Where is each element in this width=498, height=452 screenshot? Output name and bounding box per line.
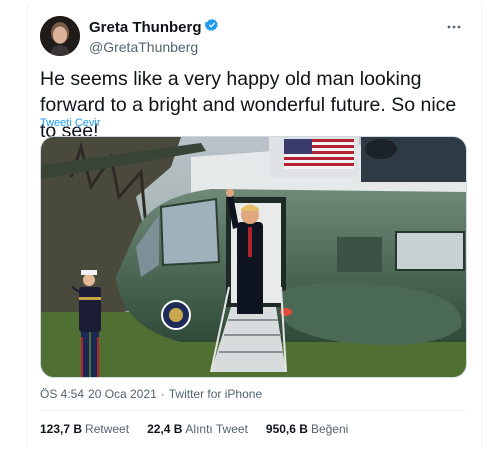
stat-number: 950,6 B: [265, 422, 308, 436]
tweet-photo[interactable]: [40, 136, 467, 378]
author-display-name[interactable]: Greta Thunberg: [89, 19, 202, 37]
helicopter-photo: [41, 137, 466, 377]
stat-label: Retweet: [85, 422, 130, 436]
translate-tweet-link[interactable]: Tweeti Çevir: [40, 117, 101, 129]
tweet-text: He seems like a very happy old man looki…: [40, 68, 457, 142]
like-count[interactable]: 950,6 B Beğeni: [266, 422, 348, 436]
stat-label: Alıntı Tweet: [185, 422, 248, 436]
tweet-stats: 123,7 B Retweet 22,4 B Alıntı Tweet 950,…: [40, 422, 348, 436]
tweet-source[interactable]: Twitter for iPhone: [169, 387, 262, 401]
tweet-header: Greta Thunberg @GretaThunberg: [40, 16, 469, 60]
tweet-card: Greta Thunberg @GretaThunberg He seems l…: [27, 4, 482, 448]
stat-number: 22,4 B: [147, 422, 183, 436]
meta-separator: ·: [160, 387, 165, 401]
author-handle[interactable]: @GretaThunberg: [89, 37, 219, 57]
more-options-icon[interactable]: [445, 20, 463, 34]
avatar[interactable]: [40, 16, 80, 56]
tweet-date[interactable]: 20 Oca 2021: [88, 387, 157, 401]
tweet-meta: ÖS 4:54 20 Oca 2021 · Twitter for iPhone: [40, 387, 262, 401]
author-info: Greta Thunberg @GretaThunberg: [89, 18, 219, 57]
stat-number: 123,7 B: [40, 422, 83, 436]
quote-tweet-count[interactable]: 22,4 B Alıntı Tweet: [147, 422, 248, 436]
stat-label: Beğeni: [310, 422, 349, 436]
retweet-count[interactable]: 123,7 B Retweet: [40, 422, 129, 436]
tweet-time[interactable]: ÖS 4:54: [40, 387, 84, 401]
verified-badge-icon: [204, 18, 219, 37]
divider: [40, 410, 469, 411]
